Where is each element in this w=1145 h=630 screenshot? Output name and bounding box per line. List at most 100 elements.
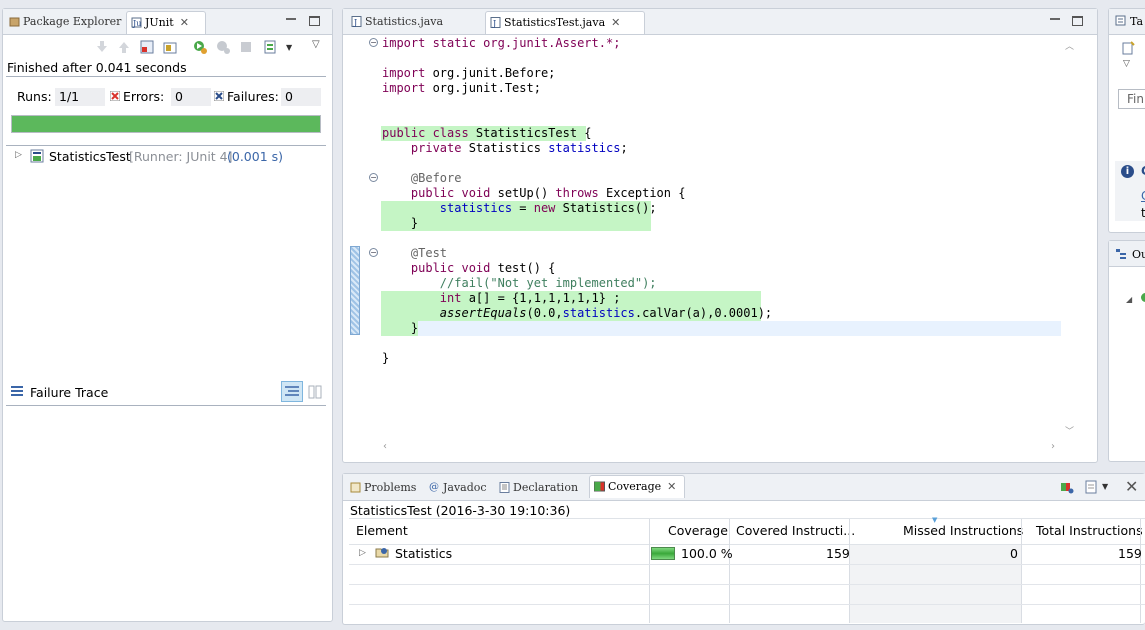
tab-statisticstest-java[interactable]: J StatisticsTest.java ✕ [485,11,645,34]
stack-trace-icon [11,386,23,396]
expand-icon[interactable]: ◢ [1126,295,1132,304]
find-input-placeholder: Fin [1127,92,1144,106]
vertical-scrollbar[interactable]: ︿ ﹀ [1062,36,1076,441]
close-icon[interactable]: ✕ [667,476,676,497]
tab-problems[interactable]: Problems [346,477,416,500]
tab-label: Package Explorer [23,15,122,28]
code-text: = [512,201,534,215]
scroll-up-icon[interactable]: ︿ [1065,39,1074,52]
error-icon [110,91,120,101]
code-line[interactable]: @Before [382,171,462,186]
expand-icon[interactable]: ▷ [15,150,22,160]
column-header-total[interactable]: Total Instructions [1036,518,1143,544]
maximize-button[interactable] [1072,16,1083,26]
code-text: org.junit.Before; [432,66,556,80]
task-list-view: Ta ▽ Fin i C C t [1108,8,1145,233]
expand-icon[interactable]: ▷ [359,548,366,558]
code-line[interactable]: assertEquals(0.0,statistics.calVar(a),0.… [382,306,772,321]
maximize-button[interactable] [309,16,320,26]
code-text: } [382,321,419,335]
filter-stack-icon [285,386,299,396]
task-list-tab-label[interactable]: Ta [1130,15,1143,28]
row-divider [349,604,1145,605]
tab-coverage[interactable]: Coverage ✕ [589,475,685,498]
column-divider [1140,519,1141,623]
next-failure-icon[interactable] [95,40,109,54]
rerun-test-icon[interactable] [193,40,207,54]
column-header-covered[interactable]: Covered Instructi... [736,518,855,544]
code-text: .calVar(a),0.0001); [634,306,773,320]
code-text: a[] = {1,1,1,1,1,1} ; [468,291,621,305]
relaunch-coverage-icon[interactable] [1060,480,1074,494]
horizontal-scrollbar[interactable]: ‹ › [379,441,1062,455]
code-line[interactable]: } [382,351,389,366]
column-header-missed[interactable]: Missed Instructions [903,518,1023,544]
javadoc-icon: @ [429,482,439,493]
minimize-button[interactable] [1050,16,1061,26]
tab-package-explorer[interactable]: Package Explorer [5,11,121,34]
fold-icon[interactable]: − [369,248,378,257]
compare-result-icon[interactable] [308,385,322,399]
fold-icon[interactable]: − [369,173,378,182]
code-line[interactable]: private Statistics statistics; [382,141,628,156]
session-dropdown-icon[interactable]: ▼ [1102,482,1108,491]
column-header-coverage[interactable]: Coverage [668,518,728,544]
code-line[interactable]: import org.junit.Before; [382,66,555,81]
row-missed: 0 [1010,546,1018,561]
code-keyword: import [382,81,433,95]
tab-label: Declaration [513,481,579,494]
junit-icon: Ju [131,17,142,28]
tab-junit[interactable]: Ju JUnit ✕ [126,11,206,34]
column-divider [849,519,850,623]
new-task-icon[interactable] [1121,41,1135,55]
rerun-failed-first-icon[interactable] [216,40,230,54]
row-coverage: 100.0 % [681,546,733,561]
column-divider [729,519,730,623]
filter-stack-button[interactable] [281,381,303,402]
scroll-left-icon[interactable]: ‹ [383,441,387,452]
coverage-bar [651,547,675,560]
code-line[interactable]: int a[] = {1,1,1,1,1,1} ; [382,291,621,306]
code-line[interactable]: import static org.junit.Assert.*; [382,36,620,51]
find-input[interactable]: Fin [1118,89,1145,109]
stop-icon[interactable] [239,40,253,54]
info-text: t [1141,206,1145,220]
scroll-right-icon[interactable]: › [1051,441,1055,452]
merge-sessions-icon[interactable] [1085,480,1099,494]
tab-javadoc[interactable]: @ Javadoc [425,477,487,500]
info-heading: C [1141,164,1145,178]
previous-failure-icon[interactable] [117,40,131,54]
view-menu-icon[interactable]: ▽ [312,39,320,50]
code-line[interactable]: } [382,321,418,336]
code-line[interactable]: statistics = new Statistics(); [382,201,657,216]
minimize-button[interactable] [286,16,297,26]
close-icon[interactable]: ✕ [611,12,620,33]
view-menu-icon[interactable]: ▽ [1123,59,1130,69]
code-field: statistics [548,141,621,155]
code-line[interactable]: } [382,216,418,231]
code-line[interactable]: //fail("Not yet implemented"); [382,276,657,291]
tab-declaration[interactable]: Declaration [495,477,578,500]
code-line[interactable]: public void test() { [382,261,556,276]
scroll-lock-icon[interactable] [163,40,177,54]
show-failures-only-icon[interactable] [140,40,154,54]
close-icon[interactable]: ✕ [180,12,189,33]
column-header-element[interactable]: Element [356,518,408,544]
remove-session-icon[interactable]: ✕ [1125,477,1138,496]
code-line[interactable]: @Test [382,246,447,261]
runs-label: Runs: [17,89,52,104]
code-line[interactable]: public void setUp() throws Exception { [382,186,686,201]
outline-icon [1116,249,1126,259]
bottom-tabbar: Problems @ Javadoc Declaration Coverage ✕… [343,474,1145,501]
scroll-down-icon[interactable]: ﹀ [1065,424,1074,437]
code-line[interactable]: public class StatisticsTest { [382,126,592,141]
history-dropdown-icon[interactable]: ▼ [286,43,292,52]
code-line[interactable]: import org.junit.Test; [382,81,541,96]
info-link[interactable]: C [1141,189,1145,203]
tab-label: JUnit [145,16,174,29]
test-history-icon[interactable] [263,40,277,54]
fold-icon[interactable]: − [369,38,378,47]
junit-status: Finished after 0.041 seconds [7,60,187,75]
tab-statistics-java[interactable]: J Statistics.java [347,11,483,34]
outline-tab-label[interactable]: Ou [1132,248,1145,261]
